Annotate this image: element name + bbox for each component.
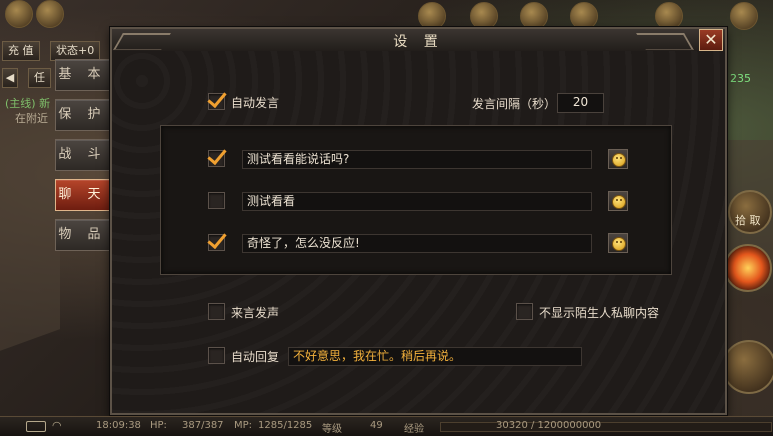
auto-speak-label: 自动发言 <box>231 96 280 110</box>
dialog-title: 设 置 <box>393 34 444 50</box>
tab-chat-label: 聊 天 <box>58 187 107 202</box>
tab-chat[interactable]: 聊 天 <box>55 179 110 211</box>
quest-nearby-text: 在附近 <box>15 112 48 125</box>
sound-on-message-checkbox[interactable] <box>208 303 225 320</box>
level-value: 49 <box>370 420 383 431</box>
quest-main-text[interactable]: (主线) 新 <box>5 95 50 111</box>
exp-bar <box>440 422 772 432</box>
tab-basic[interactable]: 基 本 <box>55 59 110 91</box>
tab-combat-label: 战 斗 <box>58 147 107 162</box>
emoji-button-2[interactable] <box>608 191 628 211</box>
recharge-button[interactable]: 充 值 <box>2 41 40 61</box>
message-3-input[interactable]: 奇怪了，怎么没反应! <box>242 234 592 253</box>
emoji-button-1[interactable] <box>608 149 628 169</box>
sound-on-message-label: 来言发声 <box>231 306 280 320</box>
dialog-titlebar: 设 置 ✕ <box>112 29 725 52</box>
hide-stranger-pm-label: 不显示陌生人私聊内容 <box>539 306 660 320</box>
message-1-checkbox[interactable] <box>207 144 227 167</box>
battery-icon <box>26 421 46 432</box>
skill-icon-5[interactable] <box>655 2 683 30</box>
message-3-checkbox[interactable] <box>207 228 227 251</box>
hp-label: HP: <box>150 420 167 431</box>
skill-icon-4[interactable] <box>570 2 598 30</box>
status-bar: ◠ 18:09:38 HP: 387/387 MP: 1285/1285 等级 … <box>0 416 773 436</box>
level-label: 等级 <box>322 424 342 435</box>
message-1-input[interactable]: 测试看看能说话吗? <box>242 150 592 169</box>
settings-icon[interactable] <box>5 0 33 28</box>
auto-speak-checkbox[interactable] <box>207 87 227 110</box>
auto-reply-checkbox[interactable] <box>208 347 225 364</box>
collapse-arrow-icon[interactable]: ◀ <box>2 68 18 88</box>
mp-value: 1285/1285 <box>258 420 313 431</box>
mail-icon[interactable] <box>36 0 64 28</box>
quest-tab[interactable]: 任 <box>28 68 51 88</box>
skill-icon-3[interactable] <box>520 2 548 30</box>
top-left-hud <box>0 0 90 30</box>
number-badge: 235 <box>730 72 751 85</box>
mp-label: MP: <box>234 420 253 431</box>
tab-basic-label: 基 本 <box>58 67 107 82</box>
message-2-input[interactable]: 测试看看 <box>242 192 592 211</box>
fire-skill-icon[interactable] <box>724 244 772 292</box>
pickup-label: 拾 取 <box>735 214 761 227</box>
auto-reply-input[interactable]: 不好意思，我在忙。稍后再说。 <box>288 347 582 366</box>
tab-protect[interactable]: 保 护 <box>55 99 110 131</box>
emoji-button-3[interactable] <box>608 233 628 253</box>
clock-text: 18:09:38 <box>96 420 141 431</box>
title-ornament-right <box>636 33 694 50</box>
status-button[interactable]: 状态+0 <box>50 41 101 61</box>
interval-input[interactable]: 20 <box>557 93 604 113</box>
tab-items-label: 物 品 <box>58 227 107 242</box>
tab-combat[interactable]: 战 斗 <box>55 139 110 171</box>
exp-value: 30320 / 1200000000 <box>496 420 602 431</box>
smiley-icon <box>612 195 626 209</box>
tab-protect-label: 保 护 <box>58 107 107 122</box>
smiley-icon <box>612 237 626 251</box>
wifi-icon: ◠ <box>52 419 62 432</box>
building-wall <box>0 109 60 351</box>
tab-items[interactable]: 物 品 <box>55 219 110 251</box>
attack-button[interactable] <box>722 340 773 394</box>
hide-stranger-pm-checkbox[interactable] <box>516 303 533 320</box>
skill-icon-2[interactable] <box>470 2 498 30</box>
hp-value: 387/387 <box>182 420 224 431</box>
skill-icon-1[interactable] <box>418 2 446 30</box>
auto-reply-label: 自动回复 <box>231 350 280 364</box>
smiley-icon <box>612 153 626 167</box>
interval-label: 发言间隔（秒） <box>472 97 557 111</box>
close-button[interactable]: ✕ <box>699 29 723 51</box>
skill-icon-6[interactable] <box>730 2 758 30</box>
message-2-checkbox[interactable] <box>208 192 225 209</box>
exp-label: 经验 <box>404 424 424 435</box>
